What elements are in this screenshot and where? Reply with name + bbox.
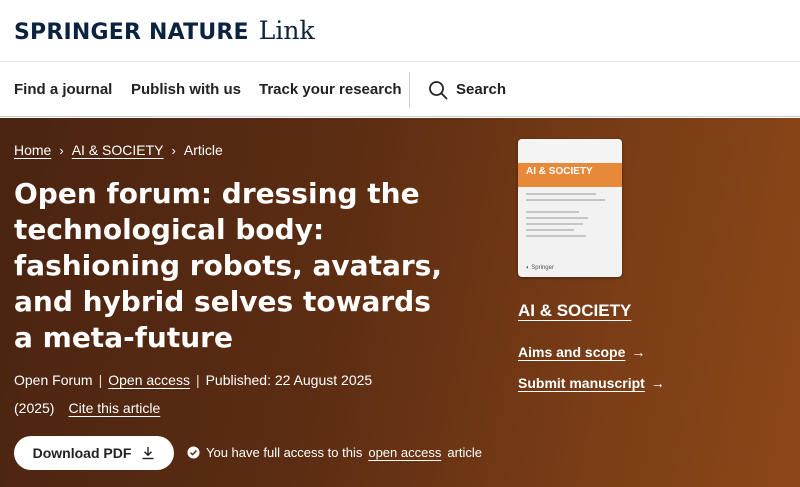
arrow-right-icon: →	[631, 344, 646, 360]
main-navigation: Find a journal Publish with us Track you…	[0, 62, 800, 117]
cover-publisher-logo: ◐ Springer	[526, 265, 554, 271]
article-type: Open Forum	[14, 372, 93, 388]
submit-manuscript-label: Submit manuscript	[518, 375, 645, 391]
meta-separator: |	[98, 372, 103, 388]
search-button[interactable]: Search	[428, 62, 506, 117]
logo-brand-text: SPRINGER NATURE	[14, 20, 249, 45]
logo-product-text: Link	[258, 16, 315, 45]
publication-year: (2025)	[14, 400, 55, 416]
journal-name-link[interactable]: AI & SOCIETY	[518, 301, 631, 321]
cite-this-article-link[interactable]: Cite this article	[68, 400, 160, 416]
nav-publish-with-us[interactable]: Publish with us	[131, 62, 241, 117]
cover-text-lines	[518, 187, 622, 247]
cover-title-band: AI & SOCIETY	[518, 163, 622, 187]
nav-find-a-journal[interactable]: Find a journal	[14, 62, 112, 117]
article-title: Open forum: dressing the technological b…	[14, 177, 442, 354]
chevron-right-icon: ›	[171, 142, 176, 158]
breadcrumb: Home › AI & SOCIETY › Article	[14, 142, 223, 158]
arrow-right-icon: →	[650, 375, 665, 391]
search-label: Search	[456, 81, 507, 98]
access-notice: You have full access to this open access…	[187, 445, 482, 460]
breadcrumb-journal[interactable]: AI & SOCIETY	[72, 142, 164, 158]
chevron-right-icon: ›	[59, 142, 64, 158]
download-pdf-label: Download PDF	[32, 445, 132, 461]
download-pdf-button[interactable]: Download PDF	[14, 436, 174, 470]
nav-track-your-research[interactable]: Track your research	[259, 62, 402, 117]
meta-separator: |	[195, 372, 200, 388]
site-header: SPRINGER NATURE Link	[0, 0, 800, 62]
breadcrumb-home[interactable]: Home	[14, 142, 51, 158]
article-hero: Home › AI & SOCIETY › Article Open forum…	[0, 118, 800, 487]
aims-and-scope-label: Aims and scope	[518, 344, 626, 360]
journal-cover-image[interactable]: AI & SOCIETY ◐ Springer	[518, 139, 622, 277]
article-meta: Open Forum | Open access | Published: 22…	[14, 372, 372, 388]
article-meta-secondary: (2025) Cite this article	[14, 400, 160, 416]
access-notice-suffix: article	[447, 445, 483, 460]
search-icon	[429, 80, 448, 99]
open-access-link[interactable]: Open access	[108, 372, 190, 388]
access-notice-open-access-link[interactable]: open access	[368, 445, 441, 460]
nav-divider	[409, 72, 410, 108]
springer-nature-link-logo[interactable]: SPRINGER NATURE Link	[14, 16, 315, 45]
access-notice-prefix: You have full access to this	[206, 445, 363, 460]
cover-header	[518, 139, 622, 163]
check-circle-icon	[187, 446, 200, 459]
download-icon	[142, 447, 154, 460]
published-date: Published: 22 August 2025	[205, 372, 373, 388]
aims-and-scope-link[interactable]: Aims and scope →	[518, 344, 645, 360]
breadcrumb-current: Article	[183, 142, 223, 158]
submit-manuscript-link[interactable]: Submit manuscript →	[518, 375, 665, 391]
